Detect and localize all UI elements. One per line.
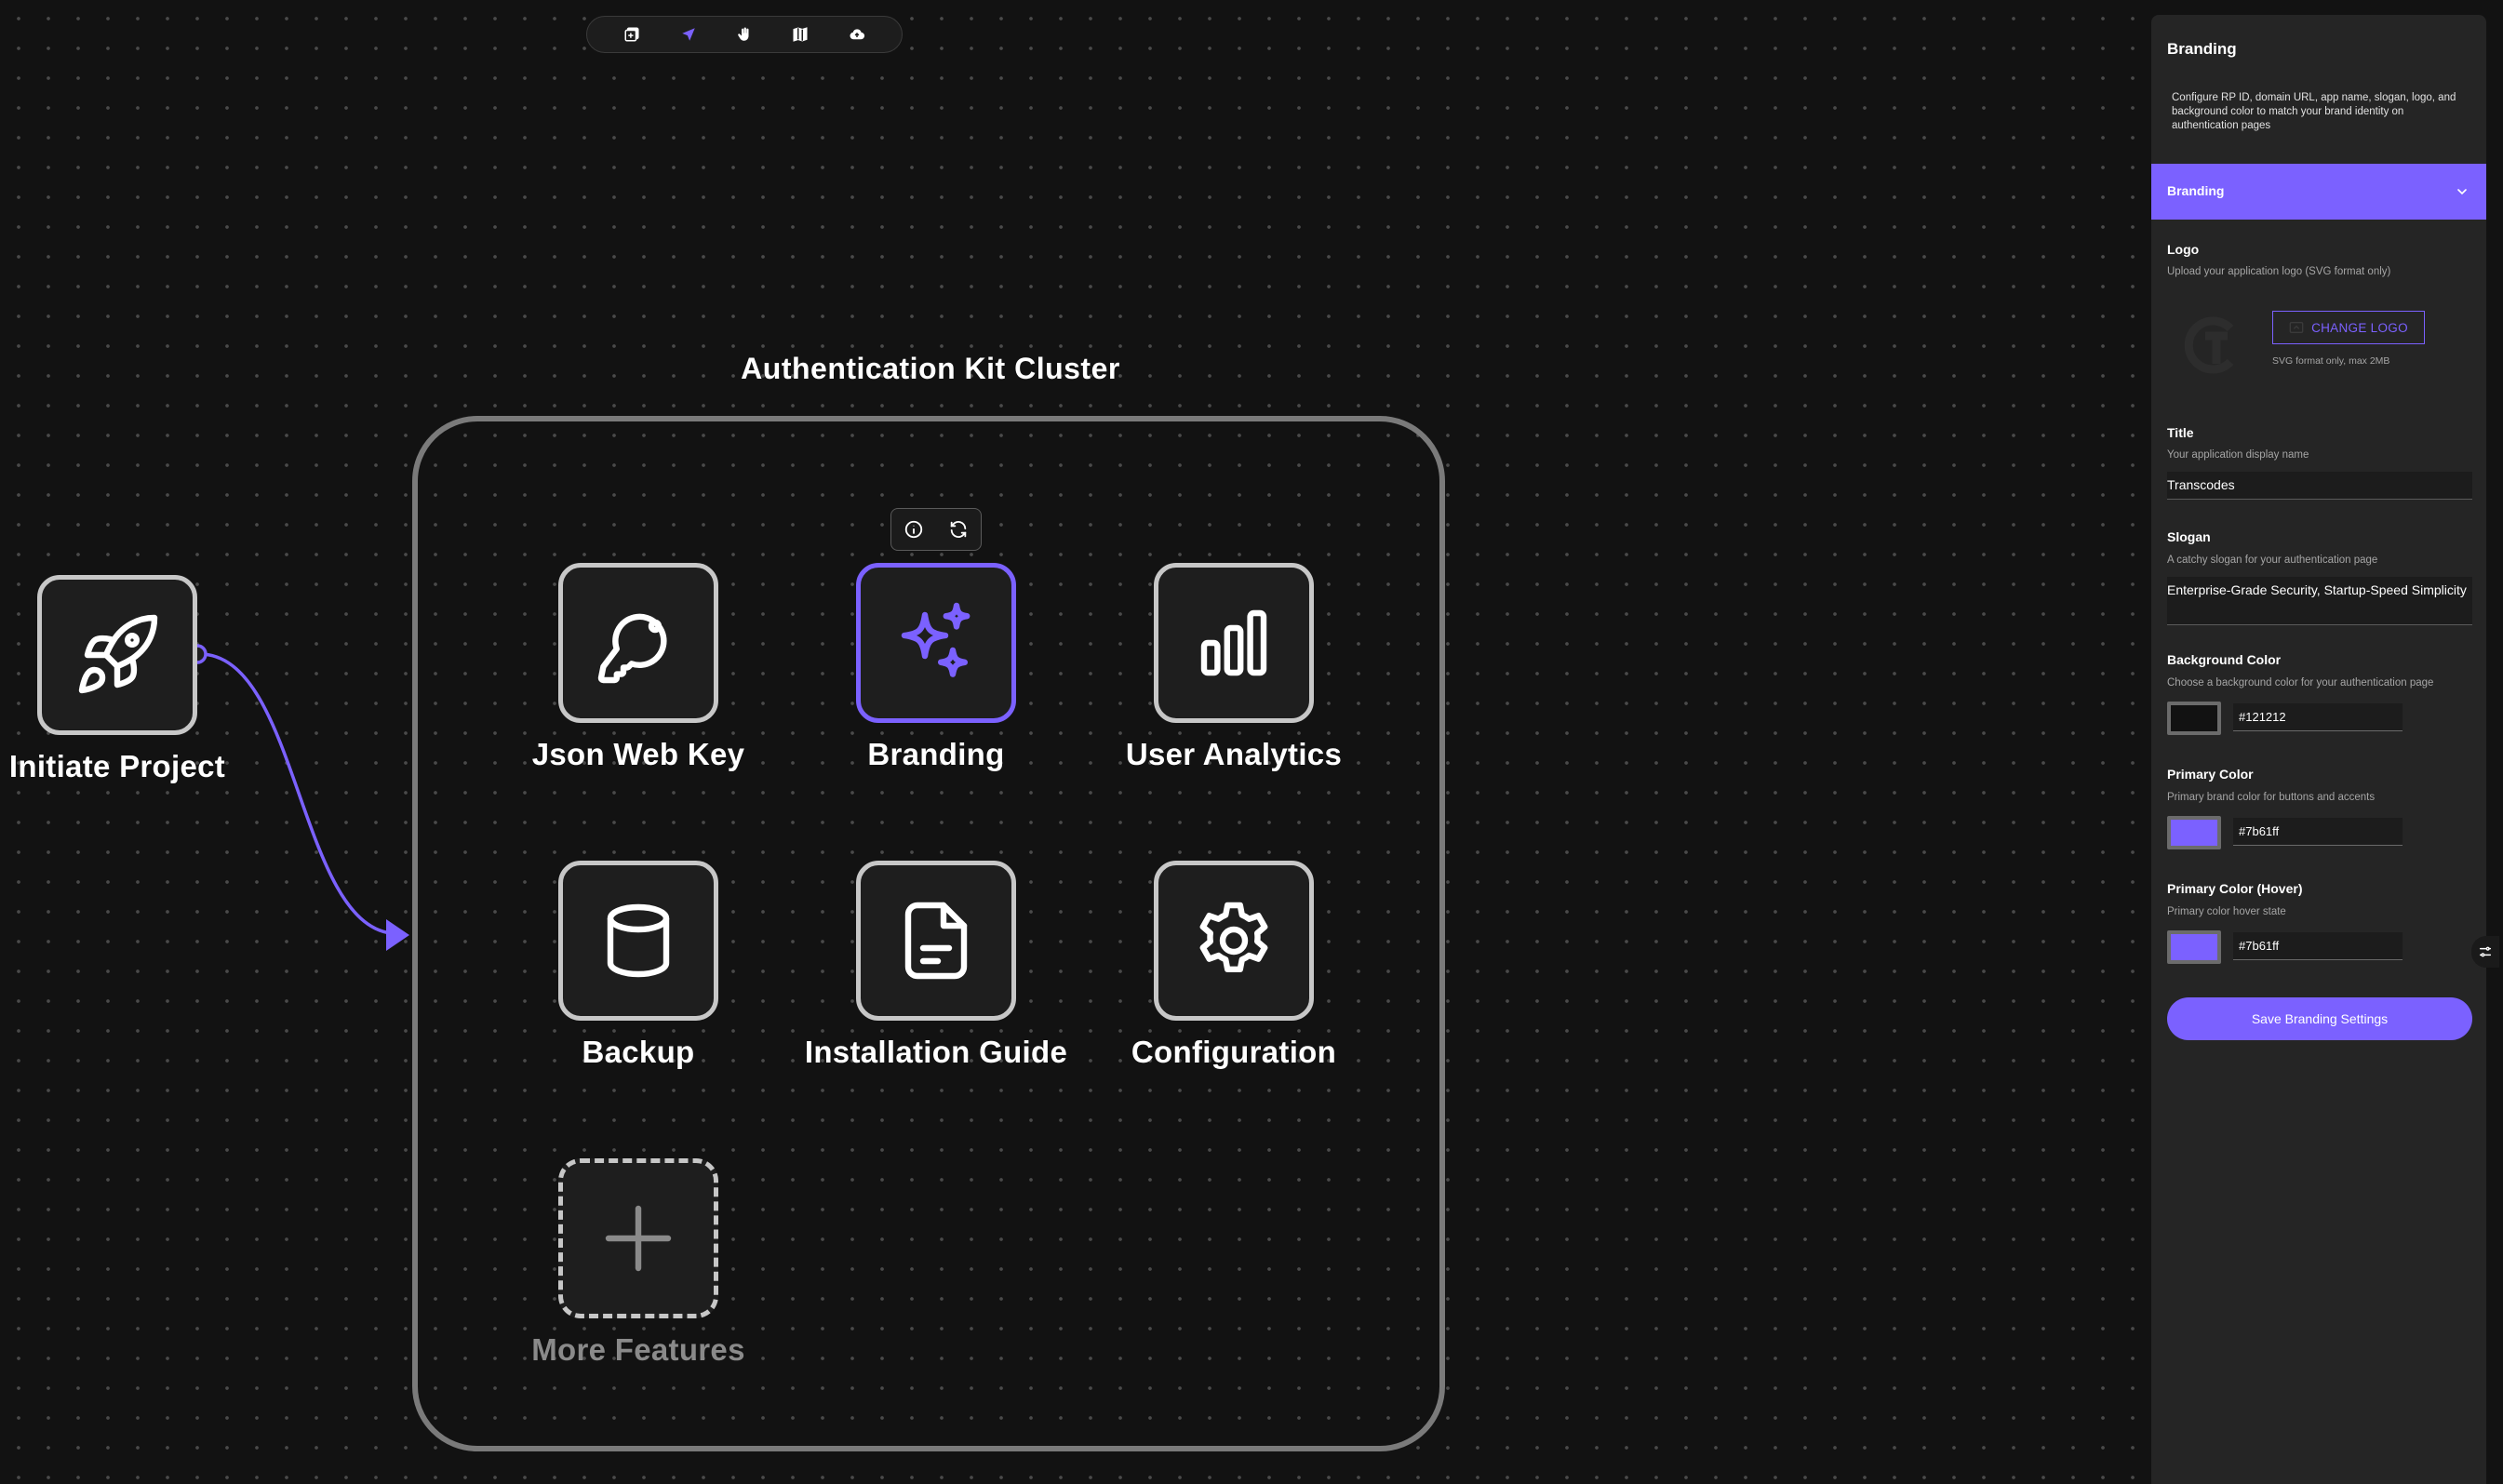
chevron-down-icon: [2457, 189, 2467, 195]
backup-label: Backup: [582, 1035, 695, 1069]
initiate-project-node[interactable]: [37, 575, 197, 735]
configuration-label: Configuration: [1131, 1035, 1337, 1069]
logo-note: SVG format only, max 2MB: [2272, 355, 2390, 367]
key-icon: [597, 613, 667, 684]
node-action-toolbar: [890, 508, 982, 551]
sliders-icon: [2479, 946, 2492, 957]
configuration-node[interactable]: [1154, 861, 1314, 1021]
primary-hover-help: Primary color hover state: [2167, 906, 2286, 917]
panel-description: Configure RP ID, domain URL, app name, s…: [2172, 92, 2456, 131]
change-logo-button[interactable]: CHANGE LOGO: [2272, 311, 2425, 344]
info-icon: [904, 520, 923, 539]
slogan-help: A catchy slogan for your authentication …: [2167, 555, 2378, 566]
primary-hover-label: Primary Color (Hover): [2167, 881, 2303, 896]
database-icon: [607, 903, 670, 978]
logo-label: Logo: [2167, 242, 2200, 257]
user-analytics-label: User Analytics: [1125, 737, 1343, 771]
primary-color-swatch[interactable]: [2167, 816, 2221, 849]
plus-icon: [605, 1205, 672, 1272]
json-web-key-label: Json Web Key: [531, 737, 745, 771]
document-icon: [904, 902, 968, 980]
primary-hover-swatch[interactable]: [2167, 930, 2221, 964]
title-help: Your application display name: [2167, 449, 2309, 461]
branding-node[interactable]: [856, 563, 1016, 723]
user-analytics-node[interactable]: [1154, 563, 1314, 723]
primary-color-input[interactable]: #7b61ff: [2233, 818, 2403, 846]
primary-color-help: Primary brand color for buttons and acce…: [2167, 792, 2376, 803]
node-refresh-button[interactable]: [944, 515, 973, 544]
primary-color-label: Primary Color: [2167, 767, 2254, 782]
title-label: Title: [2167, 425, 2194, 440]
refresh-icon: [950, 521, 967, 538]
logo-placeholder-icon: [2184, 316, 2234, 374]
more-features-node[interactable]: [558, 1158, 718, 1318]
panel-collapse-handle[interactable]: [2471, 936, 2499, 968]
logo-help: Upload your application logo (SVG format…: [2167, 266, 2391, 277]
logo-preview: [2179, 308, 2254, 382]
backup-node[interactable]: [558, 861, 718, 1021]
upload-icon: [2289, 322, 2304, 333]
slogan-input[interactable]: Enterprise-Grade Security, Startup-Speed…: [2167, 577, 2472, 625]
rocket-icon: [78, 614, 158, 694]
background-color-help: Choose a background color for your authe…: [2167, 677, 2434, 689]
sparkles-icon: [901, 602, 970, 677]
branding-section-label: Branding: [2167, 183, 2225, 198]
workflow-canvas[interactable]: Initiate Project Authentication Kit Clus…: [0, 0, 2149, 1484]
panel-title: Branding: [2167, 40, 2237, 58]
installation-guide-label: Installation Guide: [804, 1035, 1068, 1069]
primary-hover-input[interactable]: #7b61ff: [2233, 932, 2403, 960]
save-branding-button[interactable]: Save Branding Settings: [2167, 997, 2472, 1040]
slogan-label: Slogan: [2167, 529, 2211, 544]
installation-guide-node[interactable]: [856, 861, 1016, 1021]
bar-chart-icon: [1200, 609, 1267, 676]
background-color-swatch[interactable]: [2167, 702, 2221, 735]
gear-icon: [1199, 902, 1268, 972]
background-color-input[interactable]: #121212: [2233, 703, 2403, 731]
node-info-button[interactable]: [899, 515, 929, 544]
more-features-label: More Features: [531, 1332, 745, 1367]
change-logo-label: CHANGE LOGO: [2311, 320, 2408, 335]
initiate-project-label: Initiate Project: [8, 749, 226, 783]
properties-panel: Branding Configure RP ID, domain URL, ap…: [2151, 15, 2486, 1484]
json-web-key-node[interactable]: [558, 563, 718, 723]
branding-section-header[interactable]: Branding: [2151, 164, 2486, 220]
save-branding-label: Save Branding Settings: [2251, 1011, 2389, 1026]
background-color-label: Background Color: [2167, 652, 2282, 667]
branding-label: Branding: [867, 737, 1005, 771]
cluster-title: Authentication Kit Cluster: [741, 352, 1120, 385]
title-input[interactable]: Transcodes: [2167, 472, 2472, 500]
